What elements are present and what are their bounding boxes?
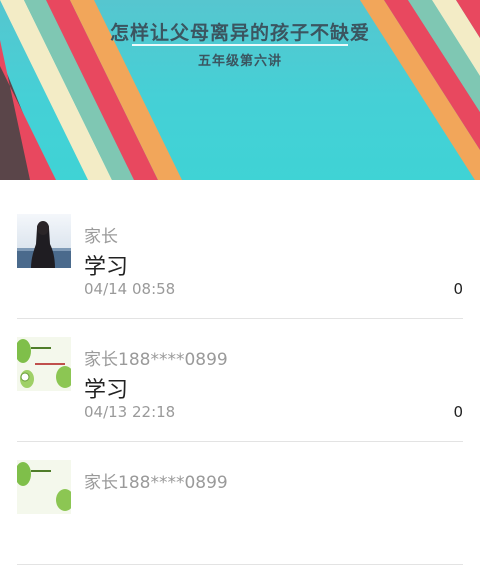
comment-item[interactable]: 家长188****0899 学习 04/13 22:18 0 bbox=[17, 319, 463, 442]
comment-item[interactable]: 家长 学习 04/14 08:58 0 bbox=[17, 196, 463, 319]
comment-text: 学习 bbox=[84, 255, 129, 280]
banner-title: 怎样让父母离异的孩子不缺爱 bbox=[109, 22, 370, 44]
leaf-card-avatar[interactable] bbox=[17, 337, 71, 391]
header-banner: 怎样让父母离异的孩子不缺爱 五年级第六讲 bbox=[0, 0, 480, 180]
comment-text: 学习 bbox=[84, 378, 129, 403]
comment-username: 家长 bbox=[84, 227, 118, 247]
comment-timestamp: 04/14 08:58 bbox=[84, 280, 176, 298]
comment-list: 家长 学习 04/14 08:58 0 家长188****0899 学习 04/… bbox=[0, 196, 480, 565]
banner-subtitle: 五年级第六讲 bbox=[197, 54, 282, 69]
banner-title-underline bbox=[132, 44, 348, 46]
leaf-card-avatar[interactable] bbox=[17, 460, 71, 514]
like-count[interactable]: 0 bbox=[453, 403, 463, 421]
comment-username: 家长188****0899 bbox=[84, 473, 228, 493]
like-count[interactable]: 0 bbox=[453, 280, 463, 298]
comment-timestamp: 04/13 22:18 bbox=[84, 403, 176, 421]
photo-avatar[interactable] bbox=[17, 214, 71, 268]
comment-username: 家长188****0899 bbox=[84, 350, 228, 370]
comment-item[interactable]: 家长188****0899 bbox=[17, 442, 463, 565]
